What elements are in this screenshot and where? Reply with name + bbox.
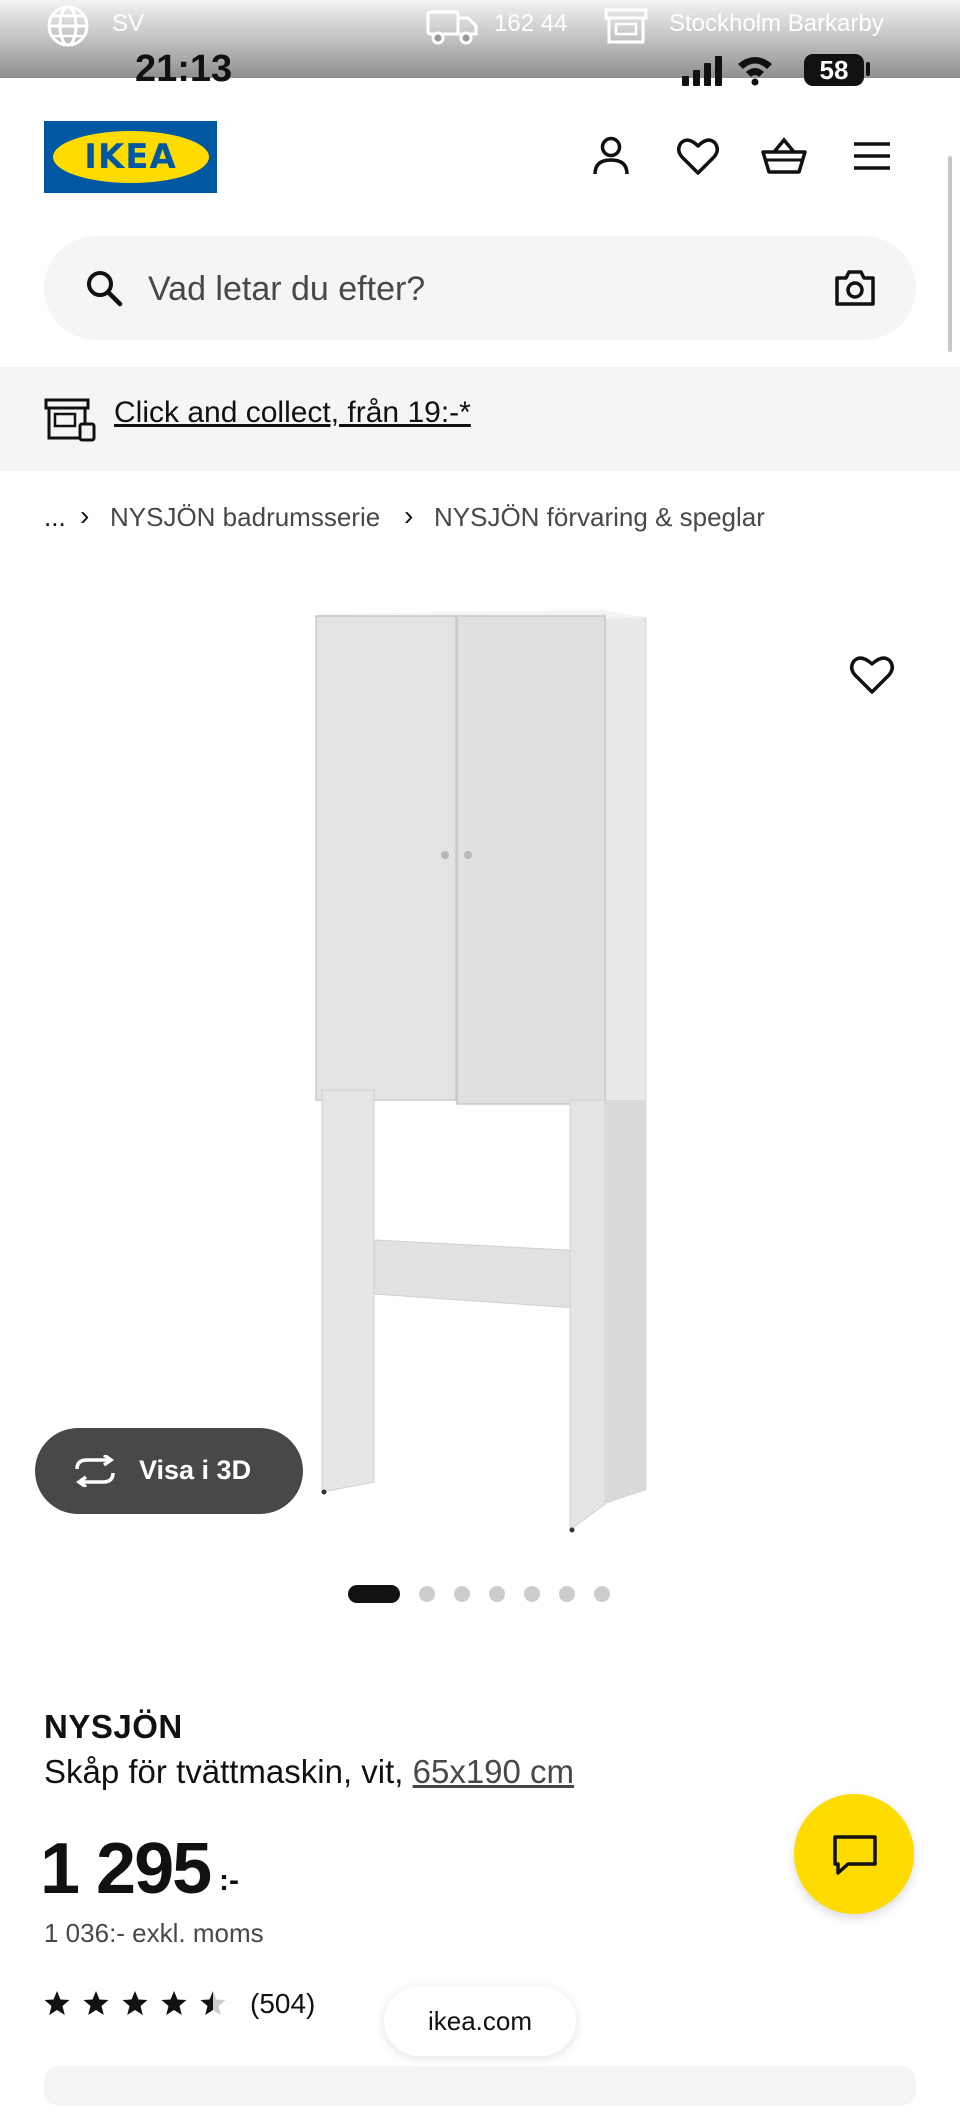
star-icon: [44, 1991, 70, 2015]
language-label[interactable]: SV: [112, 10, 144, 38]
star-icon: [161, 1991, 187, 2015]
search-icon[interactable]: [84, 268, 124, 308]
half-star-icon: [200, 1991, 226, 2015]
product-description: Skåp för tvättmaskin, vit, 65x190 cm: [44, 1753, 574, 1791]
breadcrumb-ellipsis[interactable]: ...: [44, 502, 66, 533]
product-price: 1 295: [40, 1829, 212, 1909]
review-count[interactable]: (504): [250, 1988, 315, 2020]
search-input[interactable]: Vad letar du efter?: [148, 270, 425, 309]
breadcrumb-chevron: ›: [404, 500, 414, 531]
store-name[interactable]: Stockholm Barkarby: [669, 10, 884, 38]
store-icon[interactable]: [604, 6, 648, 46]
logo-ellipse: IKEA: [52, 131, 209, 183]
price-excl-vat: 1 036:- exkl. moms: [44, 1918, 264, 1948]
add-to-favorites-heart-icon[interactable]: [848, 652, 896, 696]
wishlist-heart-icon[interactable]: [674, 132, 722, 180]
carousel-dot-active[interactable]: [348, 1585, 400, 1603]
status-time: 21:13: [135, 48, 233, 90]
cart-icon[interactable]: [760, 132, 808, 180]
menu-icon[interactable]: [848, 132, 896, 180]
carousel-dot[interactable]: [594, 1586, 610, 1602]
ikea-logo[interactable]: IKEA: [44, 121, 217, 193]
globe-icon[interactable]: [46, 4, 90, 48]
battery-cap: [866, 62, 870, 76]
view-3d-label: Visa i 3D: [139, 1455, 252, 1485]
delivery-truck-icon[interactable]: [426, 6, 478, 46]
signal-wifi-icon: [682, 56, 772, 86]
breadcrumb-chevron: ›: [80, 500, 90, 531]
star-icon: [122, 1991, 148, 2015]
carousel-dot[interactable]: [559, 1586, 575, 1602]
star-icon: [83, 1991, 109, 2015]
click-and-collect-link[interactable]: Click and collect, från 19:-*: [114, 396, 471, 430]
rating-stars[interactable]: [44, 1988, 234, 2018]
carousel-dot[interactable]: [419, 1586, 435, 1602]
product-dimensions-link[interactable]: 65x190 cm: [413, 1753, 574, 1790]
product-type: Skåp för tvättmaskin, vit,: [44, 1753, 413, 1790]
view-3d-button[interactable]: Visa i 3D: [35, 1428, 303, 1514]
breadcrumb-item-forvaring[interactable]: NYSJÖN förvaring & speglar: [434, 502, 765, 533]
product-image[interactable]: [300, 600, 660, 1560]
carousel-dot[interactable]: [524, 1586, 540, 1602]
browser-url-bar[interactable]: ikea.com: [384, 1986, 576, 2056]
delivery-postcode[interactable]: 162 44: [494, 10, 567, 38]
next-section-card: [44, 2066, 916, 2106]
carousel-dot[interactable]: [489, 1586, 505, 1602]
camera-search-icon[interactable]: [834, 268, 876, 308]
battery-indicator: 58: [804, 54, 864, 86]
chat-bubble-icon: [833, 1835, 877, 1875]
account-icon[interactable]: [587, 132, 635, 180]
rotate-3d-icon: [75, 1455, 115, 1487]
product-name: NYSJÖN: [44, 1708, 183, 1745]
carousel-dot[interactable]: [454, 1586, 470, 1602]
breadcrumb-item-badrumsserie[interactable]: NYSJÖN badrumsserie: [110, 502, 380, 533]
page-scrollbar[interactable]: [948, 156, 952, 352]
store-pickup-icon: [44, 398, 96, 442]
price-suffix: :-: [219, 1864, 239, 1897]
logo-text: IKEA: [84, 137, 177, 177]
chat-button[interactable]: [794, 1794, 914, 1914]
